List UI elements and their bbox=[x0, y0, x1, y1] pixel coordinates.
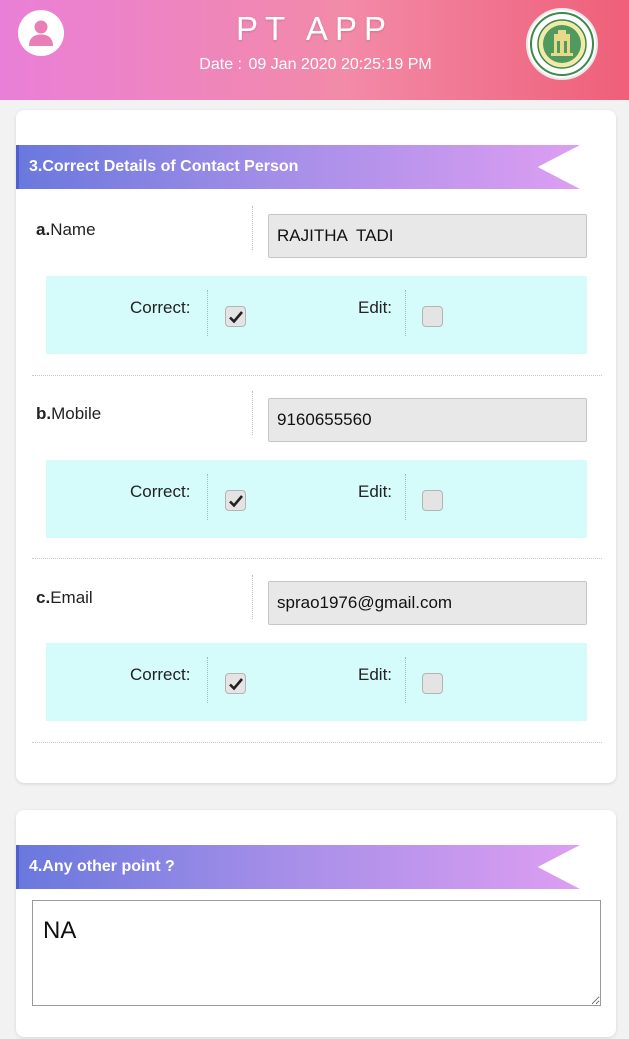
check-separator bbox=[405, 657, 406, 703]
edit-label: Edit: bbox=[358, 298, 393, 317]
email-check-panel: Correct: Edit: bbox=[46, 643, 587, 721]
other-point-card: 4.Any other point ? NA bbox=[16, 810, 616, 1037]
correct-label: Correct: bbox=[130, 665, 191, 684]
correct-label: Correct: bbox=[130, 482, 191, 501]
label-separator bbox=[252, 575, 253, 619]
mobile-correct-checkbox[interactable] bbox=[225, 490, 246, 511]
checkmark-icon bbox=[229, 678, 243, 691]
date-label: Date : bbox=[199, 56, 242, 73]
email-edit-checkbox[interactable] bbox=[422, 673, 443, 694]
check-separator bbox=[207, 657, 208, 703]
app-header: PT APP Date : 09 Jan 2020 20:25:19 PM bbox=[0, 0, 629, 100]
email-input[interactable] bbox=[268, 581, 587, 625]
date-value: 09 Jan 2020 20:25:19 PM bbox=[248, 56, 432, 73]
email-correct-checkbox[interactable] bbox=[225, 673, 246, 694]
checkmark-icon bbox=[229, 495, 243, 508]
section-4-title: 4.Any other point ? bbox=[29, 858, 175, 875]
correct-label: Correct: bbox=[130, 298, 191, 317]
check-separator bbox=[405, 474, 406, 520]
check-separator bbox=[207, 290, 208, 336]
name-check-panel: Correct: Edit: bbox=[46, 276, 587, 354]
section-3-title: 3.Correct Details of Contact Person bbox=[29, 158, 299, 175]
name-input[interactable] bbox=[268, 214, 587, 258]
mobile-edit-checkbox[interactable] bbox=[422, 490, 443, 511]
row-divider bbox=[32, 558, 602, 559]
row-divider bbox=[32, 742, 602, 743]
check-separator bbox=[405, 290, 406, 336]
contact-details-card: 3.Correct Details of Contact Person a.Na… bbox=[16, 110, 616, 783]
row-divider bbox=[32, 375, 602, 376]
label-separator bbox=[252, 206, 253, 250]
app-screen: PT APP Date : 09 Jan 2020 20:25:19 PM 3.… bbox=[0, 0, 629, 1039]
section-4-banner: 4.Any other point ? bbox=[16, 845, 580, 889]
mobile-check-panel: Correct: Edit: bbox=[46, 460, 587, 538]
checkmark-icon bbox=[229, 311, 243, 324]
email-label: c.Email bbox=[36, 588, 93, 607]
name-edit-checkbox[interactable] bbox=[422, 306, 443, 327]
section-3-banner: 3.Correct Details of Contact Person bbox=[16, 145, 580, 189]
other-point-textarea[interactable]: NA bbox=[32, 900, 601, 1006]
mobile-input[interactable] bbox=[268, 398, 587, 442]
check-separator bbox=[207, 474, 208, 520]
edit-label: Edit: bbox=[358, 665, 393, 684]
label-separator bbox=[252, 391, 253, 435]
name-correct-checkbox[interactable] bbox=[225, 306, 246, 327]
name-label: a.Name bbox=[36, 220, 96, 239]
government-emblem-icon bbox=[526, 8, 598, 80]
edit-label: Edit: bbox=[358, 482, 393, 501]
mobile-label: b.Mobile bbox=[36, 404, 102, 423]
